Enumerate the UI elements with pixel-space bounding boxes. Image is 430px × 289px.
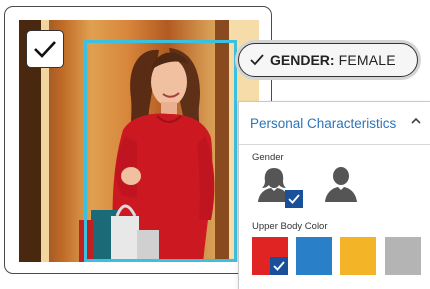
color-swatch-yellow[interactable]: [340, 237, 376, 275]
photo-selected-checkbox[interactable]: [26, 30, 64, 68]
gender-tag-value: FEMALE: [338, 52, 396, 68]
panel-header[interactable]: Personal Characteristics: [239, 102, 430, 145]
check-icon: [288, 194, 300, 204]
male-person-icon: [325, 167, 357, 202]
gender-option-female[interactable]: [257, 166, 303, 208]
panel-title: Personal Characteristics: [250, 116, 397, 131]
gender-label: Gender: [252, 152, 284, 163]
gender-tag: GENDER: FEMALE: [238, 43, 418, 77]
check-icon: [34, 41, 56, 58]
personal-characteristics-panel: Personal Characteristics Gender Upper Bo…: [238, 101, 430, 289]
selected-check: [270, 257, 288, 275]
selected-check: [285, 190, 303, 208]
color-swatch-blue[interactable]: [296, 237, 332, 275]
detection-box: [84, 40, 237, 262]
check-icon: [250, 54, 264, 66]
color-swatch-red[interactable]: [252, 237, 288, 275]
upper-body-color-label: Upper Body Color: [252, 221, 328, 232]
color-swatch-gray[interactable]: [385, 237, 421, 275]
chevron-up-icon[interactable]: [411, 117, 421, 125]
check-icon: [273, 261, 285, 271]
gender-tag-key: GENDER:: [270, 52, 335, 68]
gender-option-male[interactable]: [323, 166, 359, 202]
